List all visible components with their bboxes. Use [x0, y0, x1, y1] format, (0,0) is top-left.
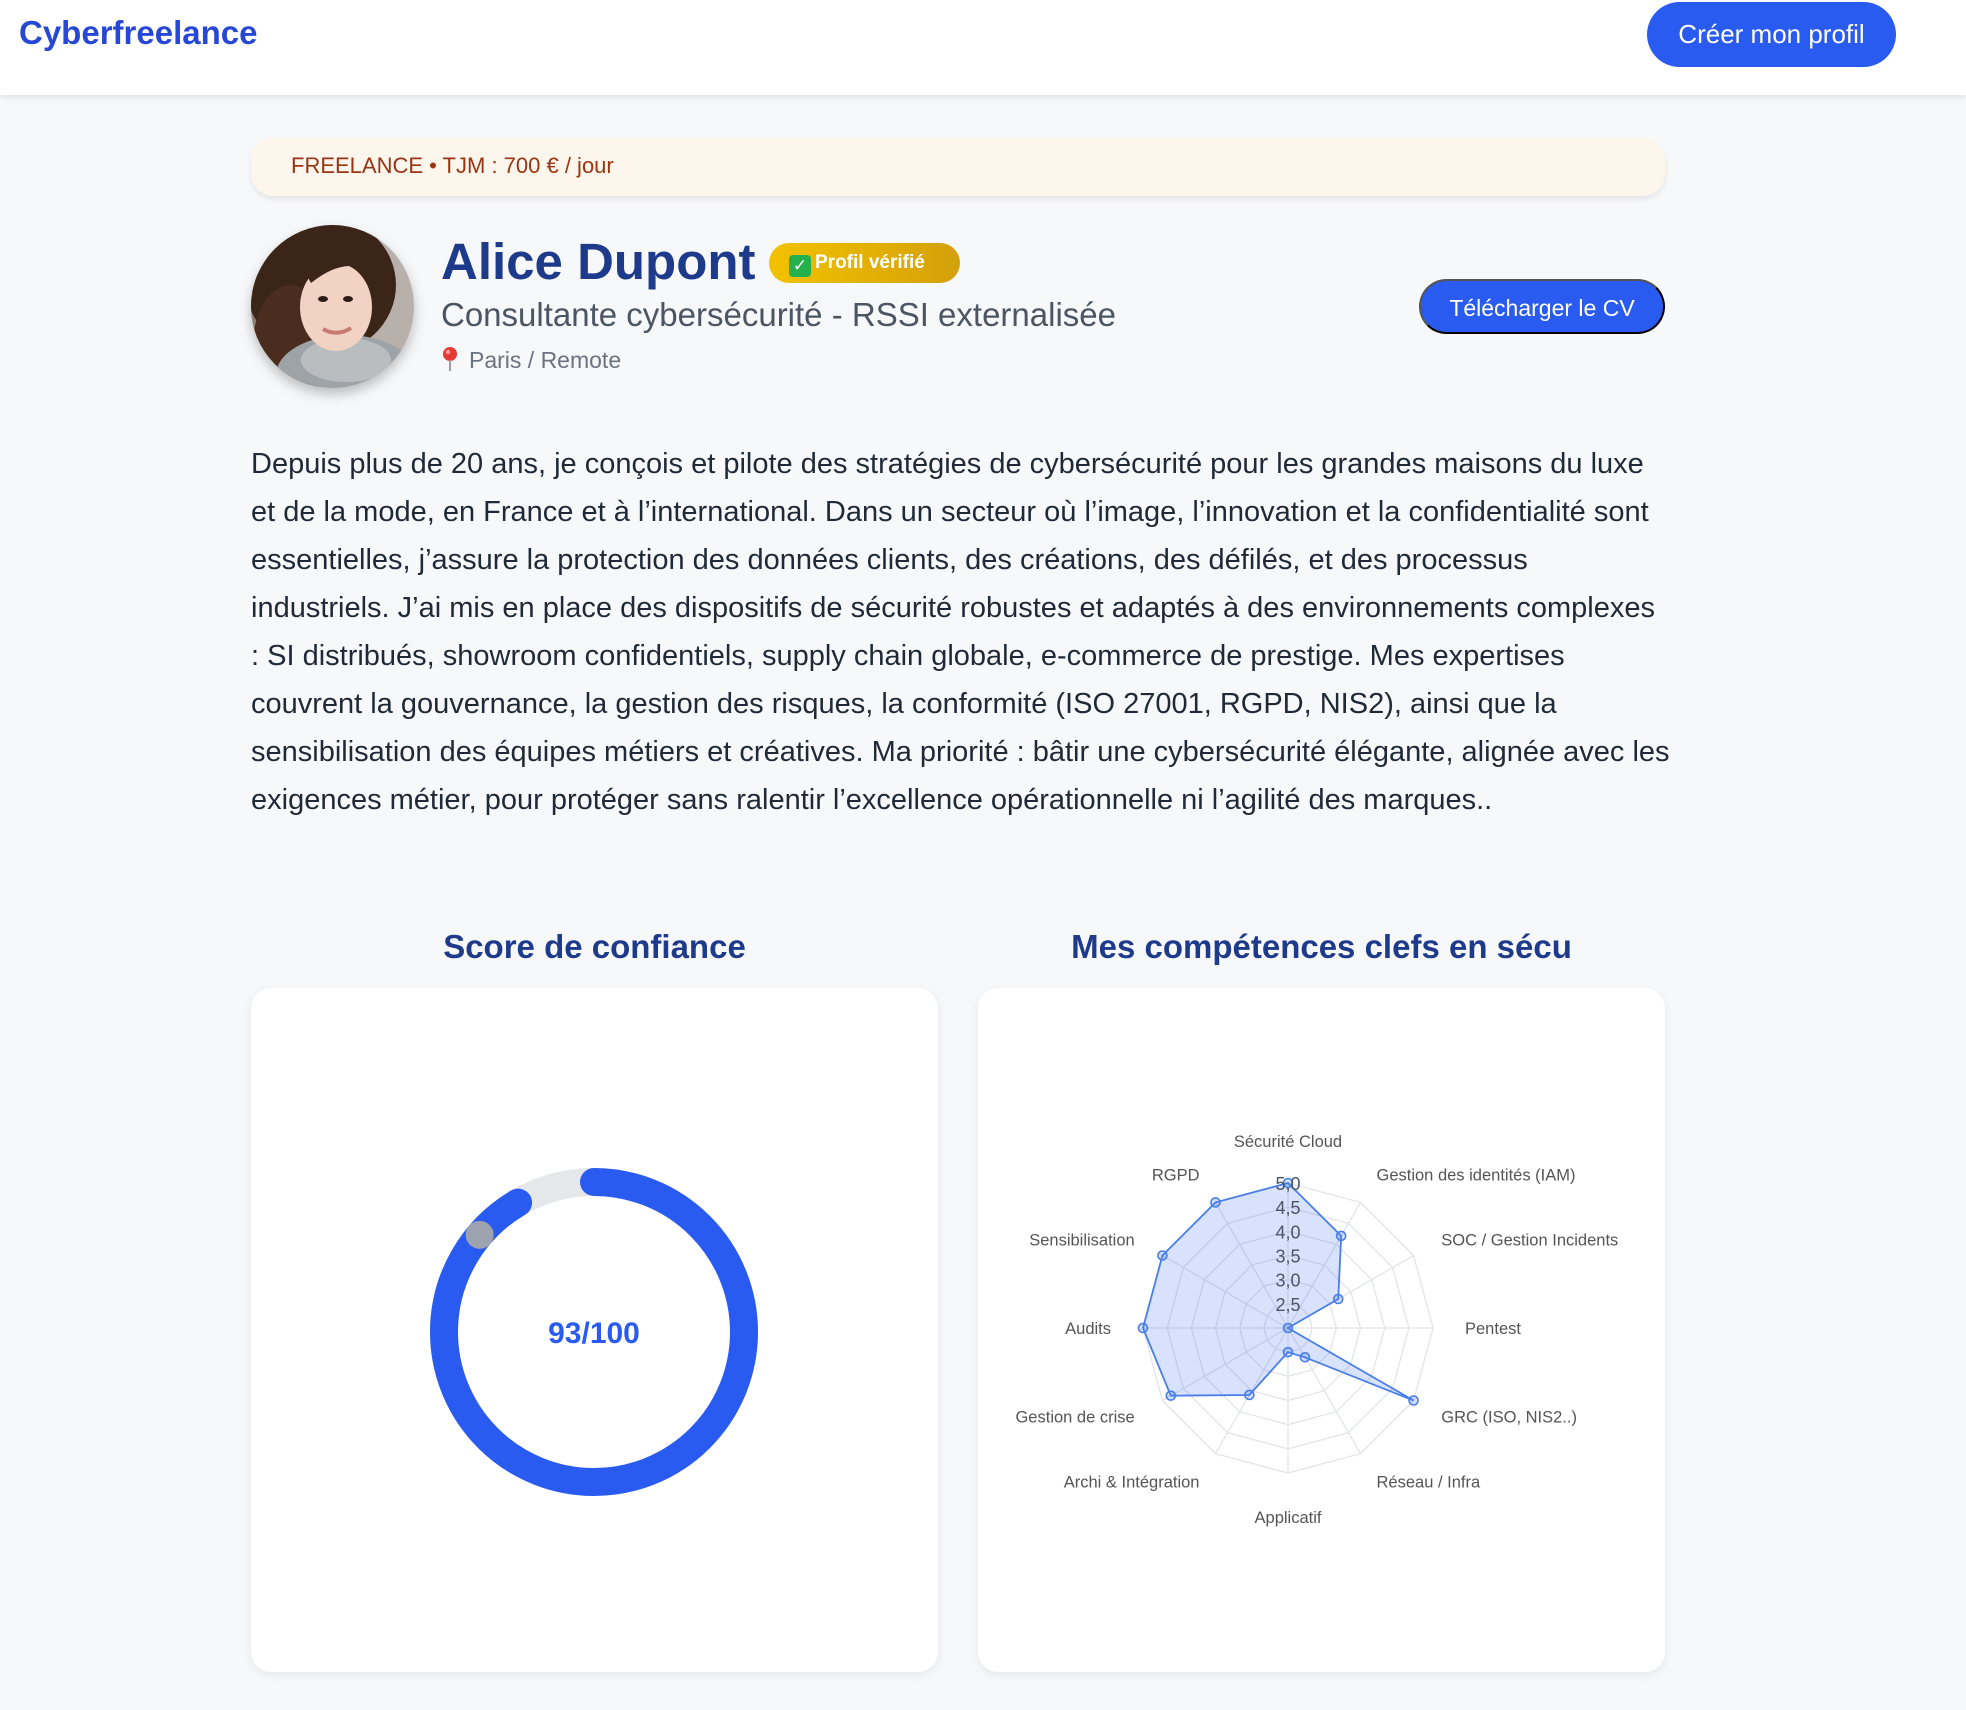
radar-axis-label: GRC (ISO, NIS2..) [1441, 1409, 1577, 1427]
radar-point[interactable] [1165, 1390, 1177, 1401]
radar-axis-label: Pentest [1465, 1320, 1521, 1338]
radar-point[interactable] [1157, 1250, 1168, 1261]
radar-axis-label: Gestion des identités (IAM) [1377, 1167, 1576, 1185]
brand-logo[interactable]: Cyberfreelance [19, 14, 257, 52]
radar-tick-label: 2,5 [1275, 1295, 1300, 1315]
profile-bio: Depuis plus de 20 ans, je conçois et pil… [251, 448, 1670, 816]
trust-score-doughnut: 93/100 [430, 1168, 758, 1496]
radar-tick-label: 3,5 [1275, 1247, 1300, 1267]
doughnut-handle [465, 1220, 494, 1249]
profile-avatar [251, 225, 414, 388]
radar-tick-label: 3,0 [1275, 1271, 1300, 1291]
trust-score-card: 93/100 [251, 988, 938, 1672]
check-icon: ✓ [789, 255, 811, 277]
verified-badge-label: Profil vérifié [815, 252, 925, 273]
avatar-image [251, 225, 414, 388]
doughnut-center-label: 93/100 [548, 1317, 640, 1350]
radar-axis-label: RGPD [1152, 1167, 1200, 1185]
radar-point[interactable] [1282, 1346, 1294, 1358]
skills-card: 2,5 3,0 3,5 4,0 4,5 5,0 Sécurité Cloud Gestion … [978, 988, 1665, 1672]
radar-point[interactable] [1137, 1322, 1149, 1334]
profile-name: Alice Dupont [441, 233, 756, 290]
profile-location: Paris / Remote [441, 346, 621, 374]
radar-point[interactable] [1408, 1395, 1419, 1406]
skills-radar-chart: 2,5 3,0 3,5 4,0 4,5 5,0 Sécurité Cloud Gestion … [1015, 1133, 1618, 1527]
verified-badge: ✓ Profil vérifié [769, 243, 960, 283]
radar-axis-label: Sensibilisation [1029, 1232, 1134, 1250]
location-pin-icon [443, 347, 457, 371]
radar-point[interactable] [1299, 1352, 1311, 1363]
trust-score-title: Score de confiance [443, 928, 746, 965]
radar-axis-label: Gestion de crise [1015, 1409, 1134, 1427]
radar-axis-label: Audits [1065, 1320, 1111, 1338]
radar-axis-label: Sécurité Cloud [1234, 1133, 1342, 1151]
radar-point[interactable] [1282, 1322, 1294, 1334]
radar-point[interactable] [1210, 1197, 1221, 1208]
radar-axis-label: SOC / Gestion Incidents [1441, 1232, 1618, 1250]
radar-tick-label: 4,0 [1275, 1222, 1300, 1242]
profile-headline: Consultante cybersécurité - RSSI externa… [441, 296, 1116, 333]
radar-axis-label: Archi & Intégration [1064, 1473, 1200, 1491]
skills-title: Mes compétences clefs en sécu [1071, 928, 1572, 965]
top-navigation-bar: Cyberfreelance Créer mon profil [0, 0, 1966, 95]
create-profile-button[interactable]: Créer mon profil [1647, 2, 1896, 67]
radar-tick-label: 5,0 [1275, 1174, 1300, 1194]
radar-tick-label: 4,5 [1275, 1198, 1300, 1218]
radar-axis-label: Réseau / Infra [1377, 1473, 1481, 1491]
download-cv-button[interactable]: Télécharger le CV [1419, 279, 1665, 334]
radar-point[interactable] [1244, 1389, 1255, 1401]
rate-banner-text: FREELANCE • TJM : 700 € / jour [291, 153, 614, 178]
radar-axis-label: Applicatif [1255, 1509, 1322, 1527]
location-text: Paris / Remote [469, 347, 622, 373]
freelance-rate-banner: FREELANCE • TJM : 700 € / jour [251, 138, 1665, 196]
radar-point[interactable] [1335, 1230, 1347, 1242]
radar-point[interactable] [1332, 1293, 1344, 1305]
